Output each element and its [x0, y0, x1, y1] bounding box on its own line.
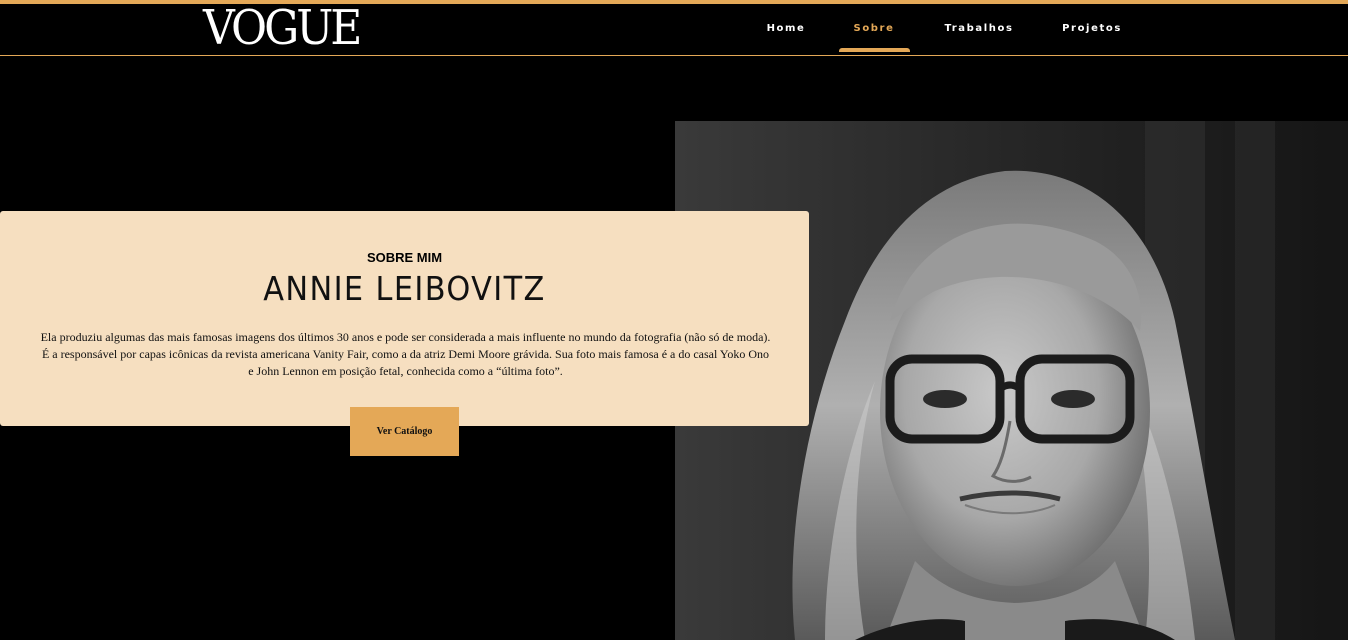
nav-item-trabalhos[interactable]: Trabalhos — [942, 23, 1016, 34]
section-subtitle: SOBRE MIM — [366, 250, 443, 265]
page-title: ANNIE LEIBOVITZ — [263, 269, 546, 308]
main-nav: Home Sobre Trabalhos Projetos — [0, 4, 1348, 56]
ver-catalogo-button[interactable]: Ver Catálogo — [350, 407, 459, 456]
active-nav-indicator — [839, 48, 910, 52]
site-header: VOGUE Home Sobre Trabalhos Projetos — [0, 4, 1348, 56]
about-card: SOBRE MIM ANNIE LEIBOVITZ Ela produziu a… — [0, 211, 809, 426]
nav-item-projetos[interactable]: Projetos — [1062, 23, 1122, 34]
bio-paragraph: Ela produziu algumas das mais famosas im… — [40, 330, 771, 378]
nav-item-home[interactable]: Home — [766, 23, 806, 34]
nav-item-sobre[interactable]: Sobre — [849, 23, 899, 34]
